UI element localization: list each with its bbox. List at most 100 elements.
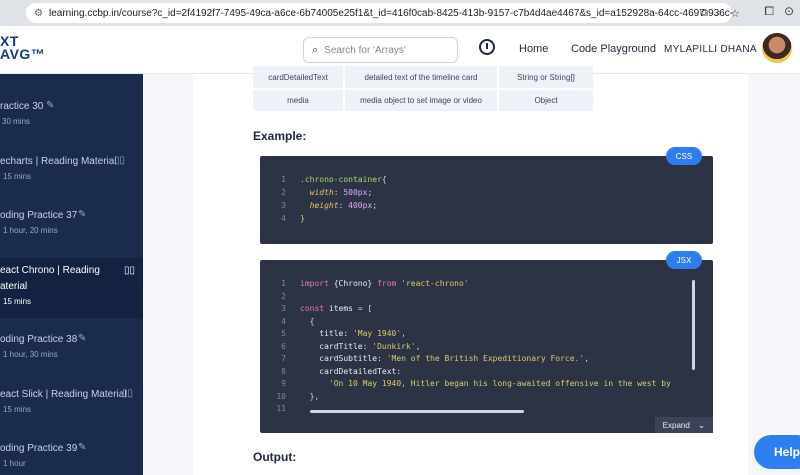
code-token: title: — [300, 329, 353, 338]
css-language-badge: CSS — [666, 147, 702, 165]
code-token: from — [372, 279, 402, 288]
sidebar-item-label: oding Practice 37 — [0, 210, 78, 221]
sidebar-item-react-chrono[interactable]: eact Chrono | Reading aterial 15 mins ▯▯ — [0, 258, 143, 318]
book-icon: ▯▯ — [114, 155, 126, 166]
code-token: , — [584, 354, 590, 363]
nxtwave-logo[interactable]: XT AVG™ — [0, 34, 45, 61]
line-number: 4 — [281, 317, 286, 326]
table-cell: String or String[] — [499, 66, 593, 88]
course-sidebar: ractice 30 30 mins ✎ echarts | Reading M… — [0, 74, 143, 475]
address-bar[interactable]: ⚙ learning.ccbp.in/course?c_id=2f4192f7-… — [26, 3, 732, 23]
sidebar-item-coding-practice-38[interactable]: oding Practice 38 1 hour, 30 mins ✎ — [0, 333, 143, 359]
code-token: : — [333, 188, 344, 197]
pencil-icon: ✎ — [78, 209, 87, 220]
code-token: , — [401, 329, 406, 338]
search-input[interactable]: ⌕ Search for 'Arrays' — [303, 37, 458, 63]
sidebar-item-duration: 1 hour, 20 mins — [3, 226, 58, 235]
code-token: ; — [367, 188, 373, 197]
code-line: 7 cardSubtitle: 'Men of the British Expe… — [260, 354, 589, 366]
code-token: 'react-chrono' — [401, 279, 469, 288]
install-app-icon[interactable]: ⧉ — [700, 7, 708, 20]
code-token: 500px — [343, 188, 368, 197]
search-placeholder: Search for 'Arrays' — [324, 44, 406, 56]
content-card: cardDetailedText detailed text of the ti… — [193, 66, 748, 475]
chevron-down-icon: ⌄ — [697, 419, 706, 430]
jsx-code-block[interactable]: JSX 1 import {Chrono} from 'react-chrono… — [260, 251, 713, 433]
code-line: 4 } — [260, 214, 305, 226]
url-text: learning.ccbp.in/course?c_id=2f4192f7-74… — [48, 7, 732, 19]
sidebar-item-duration: 15 mins — [3, 172, 32, 181]
line-number: 1 — [281, 279, 286, 288]
code-token: 400px — [348, 201, 373, 210]
book-icon: ▯▯ — [124, 265, 136, 276]
jsx-language-badge: JSX — [666, 251, 702, 269]
code-token: , — [415, 342, 421, 351]
nav-code-playground-link[interactable]: Code Playground — [571, 43, 656, 55]
table-row: media media object to set image or video… — [253, 90, 593, 111]
code-line: 10 }, — [260, 392, 319, 404]
sidebar-item-echarts[interactable]: echarts | Reading Material 15 mins ▯▯ — [0, 155, 143, 181]
output-heading: Output: — [253, 450, 297, 464]
table-cell: detailed text of the timeline card — [345, 66, 497, 88]
sidebar-item-duration: 15 mins — [3, 405, 32, 414]
profile-menu-icon[interactable]: ⊙ — [784, 4, 794, 19]
pencil-icon: ✎ — [46, 100, 55, 111]
code-line: 1 import {Chrono} from 'react-chrono' — [260, 279, 469, 291]
line-number: 6 — [281, 342, 286, 351]
expand-label: Expand — [662, 420, 690, 430]
line-number: 2 — [281, 188, 286, 197]
table-cell: media object to set image or video — [345, 90, 497, 111]
code-token: ; — [372, 201, 378, 210]
code-line: 2 — [260, 292, 300, 304]
main-content: cardDetailedText detailed text of the ti… — [143, 66, 800, 475]
line-number: 3 — [281, 201, 286, 210]
code-token: 'On 10 May 1940, Hitler began his long-a… — [328, 379, 671, 388]
code-token: cardSubtitle: — [300, 354, 387, 363]
code-token: = [ — [353, 304, 373, 313]
code-token: : — [338, 201, 349, 210]
sidebar-item-duration: 15 mins — [3, 297, 32, 306]
horizontal-scrollbar[interactable] — [310, 410, 524, 413]
browser-actions: ⧠ ⊙ — [764, 4, 794, 19]
nav-home-link[interactable]: Home — [519, 43, 548, 55]
timer-icon[interactable] — [479, 39, 495, 55]
code-line: 11 — [260, 404, 300, 416]
css-code-block[interactable]: CSS 1 .chrono-container { 2 width : 500p… — [260, 147, 713, 244]
code-token: items — [328, 304, 353, 313]
sidebar-item-coding-practice-37[interactable]: oding Practice 37 1 hour, 20 mins ✎ — [0, 209, 143, 235]
code-token: import — [300, 279, 334, 288]
line-number: 2 — [281, 292, 286, 301]
sidebar-item-coding-practice-39[interactable]: oding Practice 39 1 hour ✎ — [0, 442, 143, 468]
sidebar-item-react-slick[interactable]: eact Slick | Reading Material 15 mins ▯▯ — [0, 388, 143, 414]
code-line: 5 title: 'May 1940' , — [260, 329, 406, 341]
help-label: Help — [774, 445, 800, 459]
user-name[interactable]: MYLAPILLI DHANA — [664, 44, 757, 55]
example-heading: Example: — [253, 129, 307, 143]
pencil-icon: ✎ — [78, 442, 87, 453]
table-cell: Object — [499, 90, 593, 111]
sidebar-item-duration: 30 mins — [2, 117, 31, 126]
vertical-scrollbar[interactable] — [692, 280, 695, 370]
site-info-icon[interactable]: ⚙ — [34, 8, 43, 19]
extensions-icon[interactable]: ⧠ — [764, 4, 774, 19]
code-token: width — [300, 188, 334, 197]
help-button[interactable]: Help — [754, 435, 800, 469]
expand-button[interactable]: Expand ⌄ — [655, 417, 713, 433]
line-number: 3 — [281, 304, 286, 313]
bookmark-star-icon[interactable]: ☆ — [730, 7, 740, 20]
code-line: 9 'On 10 May 1940, Hitler began his long… — [260, 379, 671, 391]
sidebar-item-label: eact Chrono | Reading — [0, 265, 100, 276]
line-number: 10 — [276, 392, 286, 401]
zoom-icon[interactable]: ⌕ — [716, 7, 722, 20]
sidebar-item-label: oding Practice 39 — [0, 443, 78, 454]
code-token: { — [381, 175, 387, 184]
sidebar-item-practice-30[interactable]: ractice 30 30 mins ✎ — [0, 100, 143, 126]
pencil-icon: ✎ — [78, 333, 87, 344]
table-cell: media — [253, 90, 343, 111]
code-line: 8 cardDetailedText: — [260, 367, 401, 379]
avatar[interactable] — [762, 33, 792, 63]
code-line: 6 cardTitle: 'Dunkirk' , — [260, 342, 420, 354]
code-token: 'Men of the British Expeditionary Force.… — [386, 354, 585, 363]
code-token: { — [300, 317, 315, 326]
